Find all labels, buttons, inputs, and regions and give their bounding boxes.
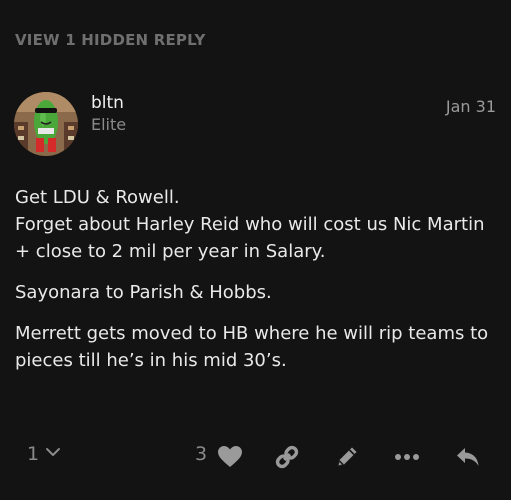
post-text-line: Merrett gets moved to HB where he will r…: [15, 323, 489, 371]
reply-count: 1: [27, 443, 40, 465]
post-paragraph: Sayonara to Parish & Hobbs.: [15, 279, 500, 306]
chevron-down-icon: [45, 443, 61, 465]
post-date[interactable]: Jan 31: [446, 97, 496, 116]
like-count: 3: [195, 443, 208, 465]
post-body: Get LDU & Rowell. Forget about Harley Re…: [15, 184, 500, 388]
post-actions: 1 3: [0, 440, 511, 474]
post-paragraph: Merrett gets moved to HB where he will r…: [15, 320, 500, 374]
post-text-line: Sayonara to Parish & Hobbs.: [15, 282, 272, 303]
like-button[interactable]: [215, 442, 245, 472]
link-icon: [274, 444, 300, 470]
pencil-icon: [334, 444, 360, 470]
post-paragraph: Get LDU & Rowell. Forget about Harley Re…: [15, 184, 500, 265]
replies-toggle-button[interactable]: 1: [27, 443, 61, 465]
copy-link-button[interactable]: [272, 442, 302, 472]
edit-button[interactable]: [332, 442, 362, 472]
avatar[interactable]: [14, 92, 78, 156]
reply-button[interactable]: [453, 442, 483, 472]
post-text-line: Forget about Harley Reid who will cost u…: [15, 214, 485, 262]
user-title: Elite: [91, 115, 127, 134]
reply-icon: [455, 445, 481, 469]
more-icon: [394, 453, 420, 461]
view-hidden-reply-link[interactable]: VIEW 1 HIDDEN REPLY: [15, 31, 206, 49]
more-actions-button[interactable]: [392, 442, 422, 472]
post-text-line: Get LDU & Rowell.: [15, 187, 180, 208]
heart-icon: [217, 445, 243, 469]
username[interactable]: bltn: [91, 93, 124, 113]
